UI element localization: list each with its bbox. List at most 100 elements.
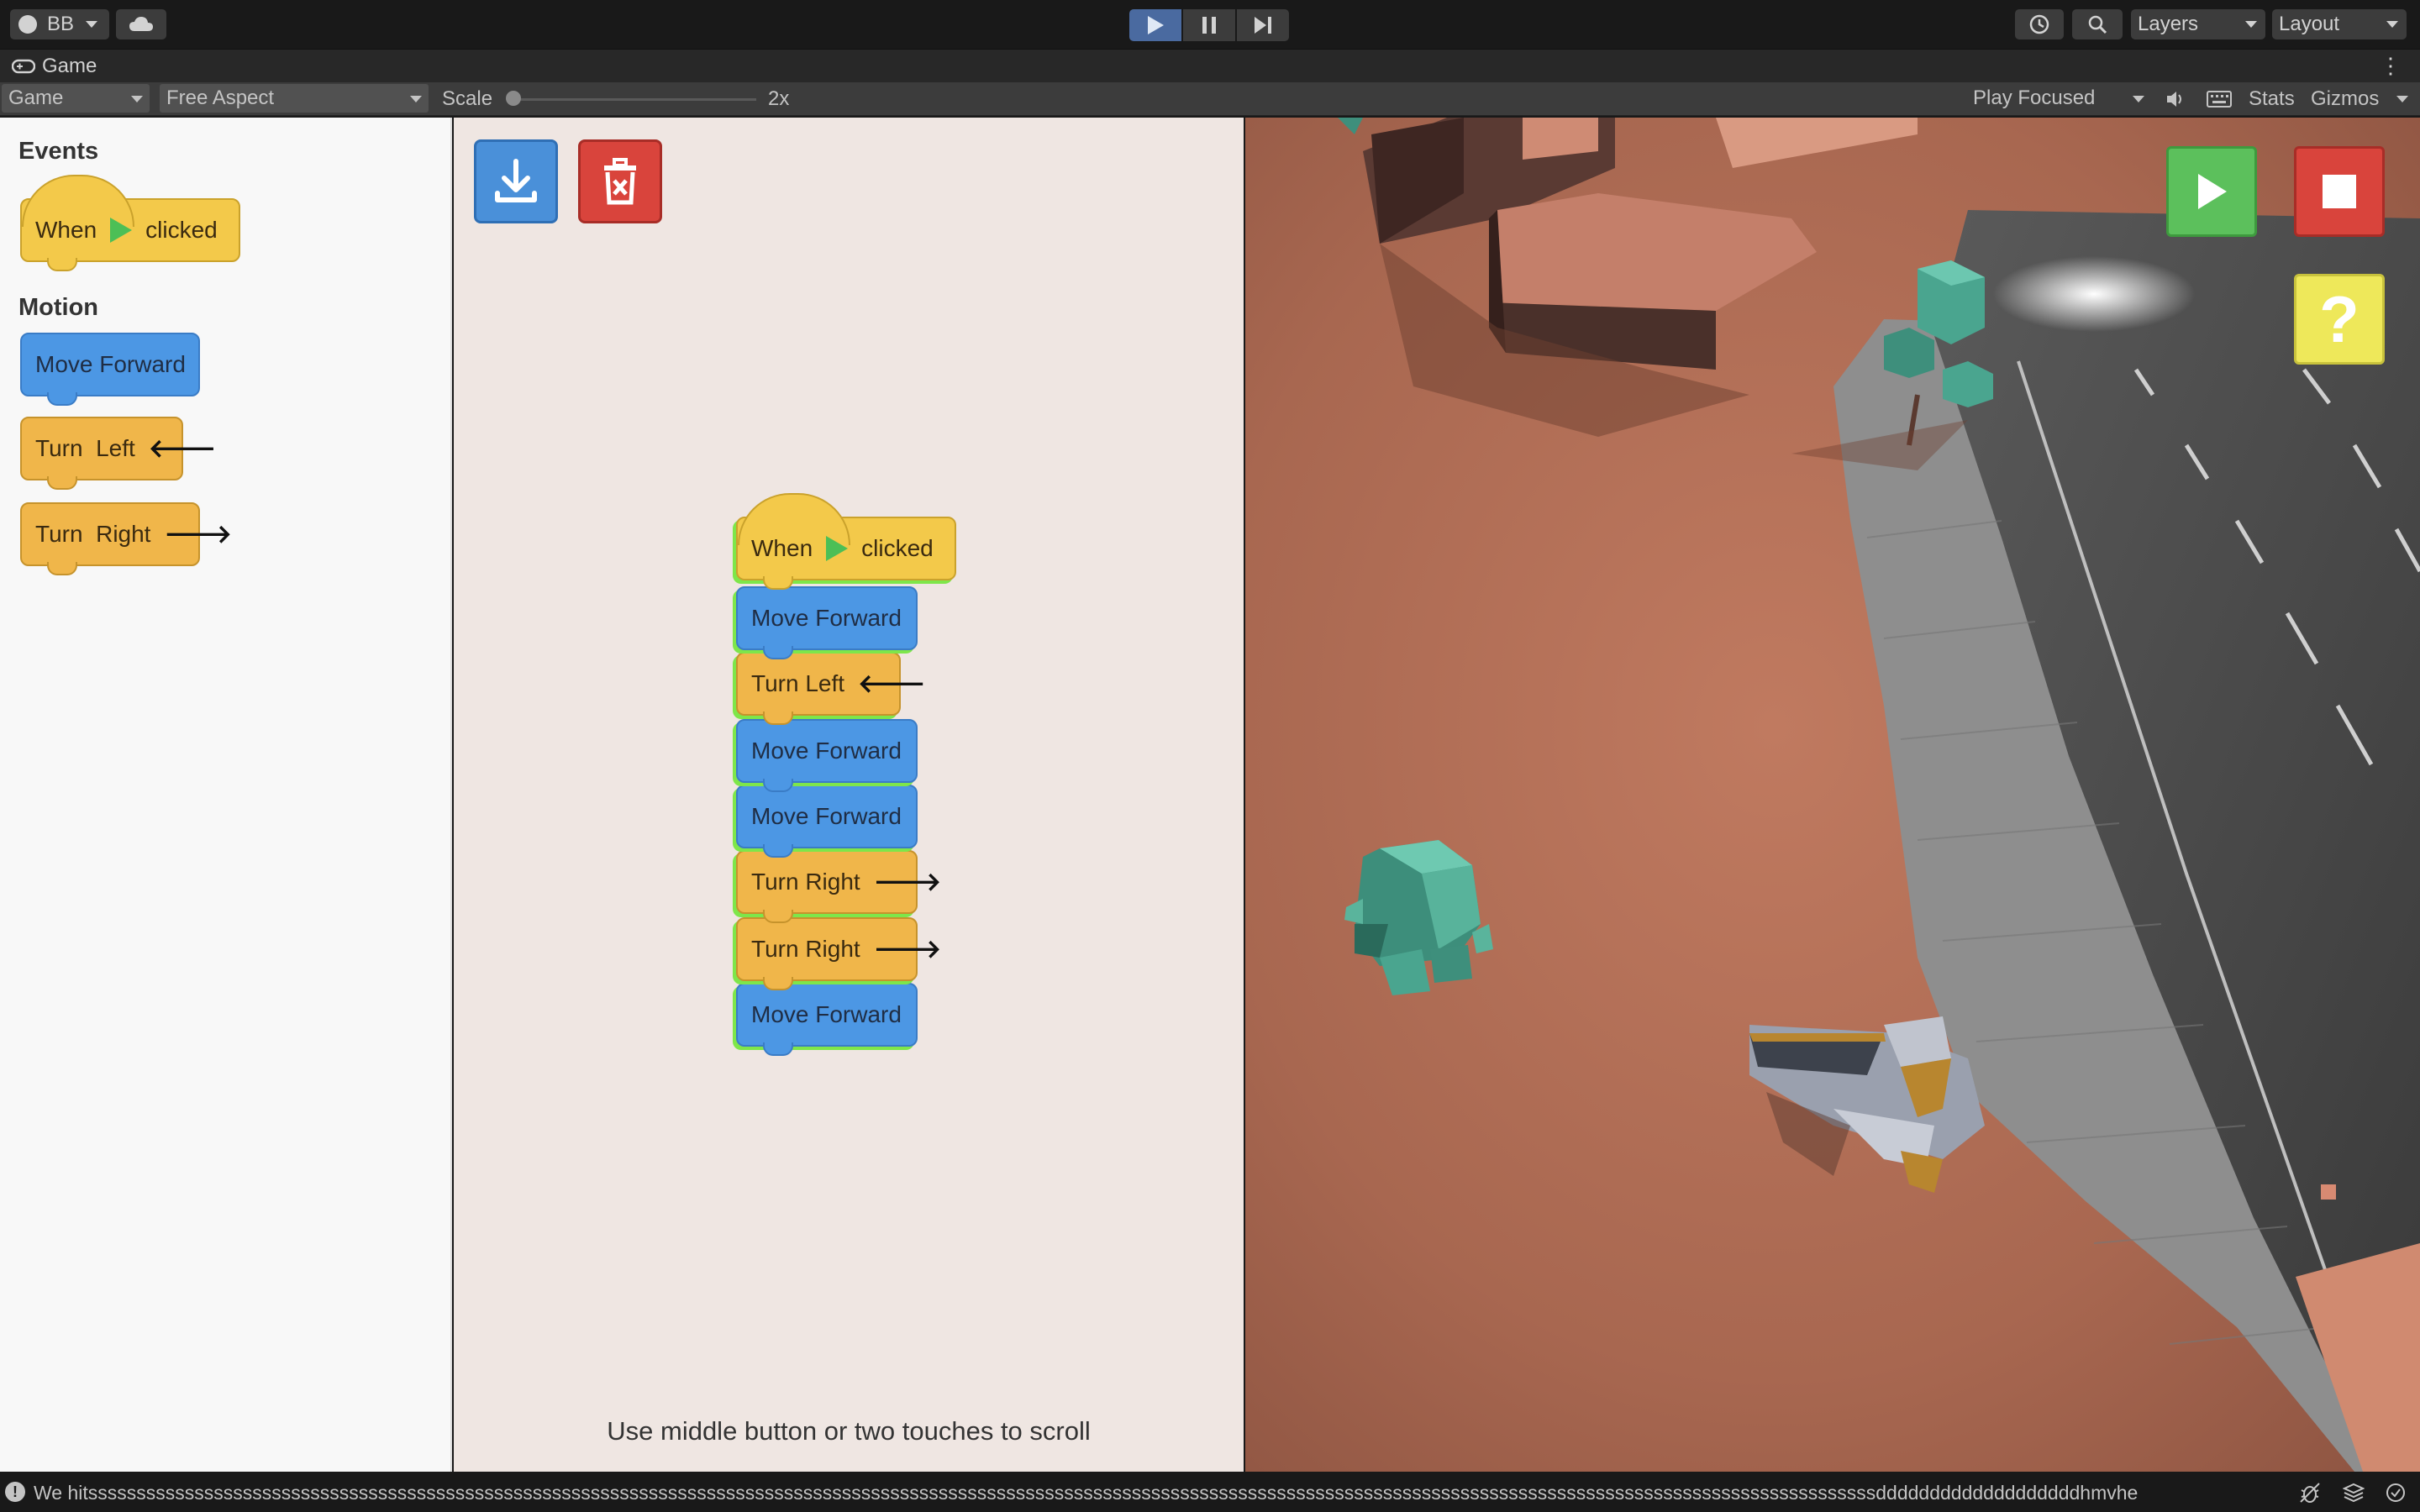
account-label: BB [47,13,75,35]
gamepad-icon [12,59,35,74]
layout-dropdown[interactable]: Layout [2272,9,2407,39]
block-label: Turn Left [751,670,845,696]
green-flag-icon [826,536,849,561]
script-block-when-clicked[interactable]: When clicked [736,493,956,590]
aspect-dropdown[interactable]: Free Aspect [160,84,429,113]
play-icon [2198,174,2227,209]
account-dropdown[interactable]: BB [10,9,109,39]
layers-dropdown[interactable]: Layers [2131,9,2265,39]
tab-game[interactable]: Game [12,55,97,78]
keyboard-toggle[interactable] [2205,87,2233,111]
palette-block-turn-right[interactable]: Turn Right 🡒 [20,502,232,575]
chevron-down-icon [86,21,98,28]
status-message[interactable]: We hitssssssssssssssssssssssssssssssssss… [34,1482,2218,1504]
gizmos-button[interactable]: Gizmos [2311,87,2379,111]
pause-button[interactable] [1183,9,1235,41]
audio-toggle[interactable] [2163,87,2188,111]
speaker-icon [2167,92,2181,107]
block-label: Move Forward [751,1001,902,1027]
arrow-right-icon: 🡒 [873,936,942,963]
cloud-button[interactable] [116,9,166,39]
chevron-down-icon [131,96,143,102]
search-button[interactable] [2072,9,2123,39]
playback-controls [1129,9,1289,41]
scale-value: 2x [768,87,790,110]
history-icon [2029,14,2049,34]
arrow-right-icon: 🡒 [873,869,942,896]
step-button[interactable] [1237,9,1289,41]
trash-icon [604,158,636,205]
scale-slider-track[interactable] [513,98,756,101]
block-label: Turn Right [35,521,151,547]
top-toolbar: BB Layers Layout [0,0,2420,49]
layers-label: Layers [2138,13,2199,35]
script-workspace[interactable]: When clicked Move Forward Turn Left 🡐 Move Fo… [454,118,1244,1472]
search-icon [2088,15,2107,34]
help-button[interactable]: ? [2294,274,2385,365]
download-icon [495,159,537,202]
game-viewport[interactable]: ? [1245,118,2420,1472]
script-block-move-forward[interactable]: Move Forward [736,586,918,659]
palette-block-when-clicked[interactable]: When clicked [20,175,240,271]
stop-button[interactable] [2294,146,2385,237]
scene-render [1245,118,2420,1472]
check-circle-icon[interactable] [2385,1482,2407,1504]
cloud-icon [129,17,153,31]
window-tab-bar: Game ⋮ [0,49,2420,82]
run-button[interactable] [2166,146,2257,237]
script-block-turn-right[interactable]: Turn Right 🡒 [736,850,941,923]
tab-game-label: Game [42,55,97,77]
info-icon: ! [5,1482,25,1502]
arrow-left-icon: 🡐 [858,670,926,698]
scroll-hint: Use middle button or two touches to scro… [607,1416,1091,1446]
script-block-turn-left[interactable]: Turn Left 🡐 [736,652,925,725]
chevron-down-icon [2133,96,2144,102]
chevron-down-icon [410,96,422,102]
block-clicked-label: clicked [145,217,218,243]
layout-label: Layout [2279,13,2340,35]
keyboard-icon [2207,91,2232,108]
block-label: Move Forward [751,605,902,631]
step-icon [1255,17,1271,34]
play-mode-dropdown[interactable]: Play Focused [1966,84,2151,113]
history-button[interactable] [2015,9,2064,39]
stats-button[interactable]: Stats [2249,87,2295,111]
arrow-left-icon: 🡐 [148,435,217,463]
display-dropdown[interactable]: Game [2,84,150,113]
palette-block-turn-left[interactable]: Turn Left 🡐 [20,417,216,490]
green-flag-icon [110,218,133,243]
script-block-move-forward[interactable]: Move Forward [736,719,918,792]
more-options-icon[interactable]: ⋮ [2380,53,2402,79]
play-button[interactable] [1129,9,1181,41]
status-bar: ! We hitssssssssssssssssssssssssssssssss… [0,1472,2420,1512]
play-mode-label: Play Focused [1973,87,2096,109]
save-button[interactable] [474,139,558,223]
debug-icon[interactable] [2299,1482,2321,1504]
block-label: When [751,535,813,561]
arrow-right-icon: 🡒 [164,521,232,549]
block-palette: Events When clicked Motion Move Forward … [0,118,452,1472]
play-icon [1148,16,1164,34]
layers-stack-icon[interactable] [2342,1482,2365,1504]
block-when-label: When [35,217,97,243]
block-label: Turn Right [751,869,860,895]
display-label: Game [8,87,64,109]
script-block-turn-right[interactable]: Turn Right 🡒 [736,917,941,990]
chevron-down-icon[interactable] [2396,96,2408,102]
help-label: ? [2319,281,2360,356]
category-title-events: Events [18,138,99,165]
script-block-move-forward[interactable]: Move Forward [736,785,918,858]
stop-icon [2323,175,2356,208]
category-title-motion: Motion [18,294,99,321]
block-label: Move Forward [751,738,902,764]
scale-label: Scale [442,87,493,110]
scale-slider-handle[interactable] [506,91,521,106]
aspect-label: Free Aspect [166,87,275,109]
account-icon [18,15,37,34]
block-label: Turn Left [35,435,135,461]
block-clicked-label: clicked [861,535,934,561]
delete-button[interactable] [578,139,662,223]
script-block-move-forward[interactable]: Move Forward [736,983,918,1056]
block-label: Turn Right [751,936,860,962]
palette-block-move-forward[interactable]: Move Forward [20,333,200,406]
